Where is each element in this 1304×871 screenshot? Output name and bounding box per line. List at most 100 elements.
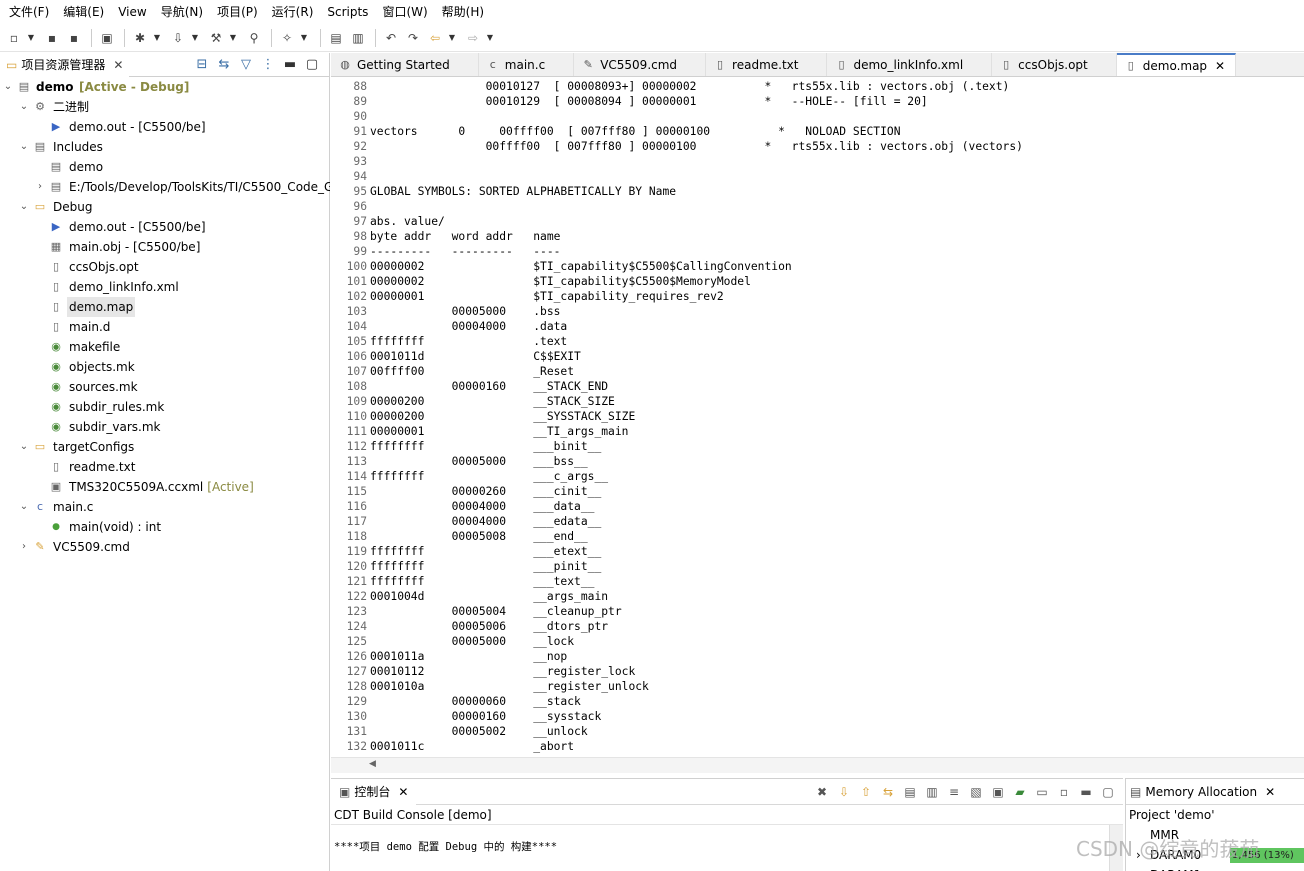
tree-item[interactable]: ▣ TMS320C5509A.ccxml [Active] [0, 477, 330, 497]
view-menu-icon[interactable]: ⋮ [257, 57, 279, 72]
tree-item[interactable]: ▦ main.obj - [C5500/be] [0, 237, 330, 257]
chevron-right-icon[interactable]: › [34, 177, 46, 197]
menu-item[interactable]: View [111, 0, 153, 24]
scroll-lock-icon[interactable]: ▤ [899, 785, 921, 799]
chevron-down-icon[interactable]: ⌄ [2, 77, 14, 97]
tree-item[interactable]: ⌄ ▭ targetConfigs [0, 437, 330, 457]
tree-item[interactable]: ⌄ c main.c [0, 497, 330, 517]
save-all-icon[interactable]: ▪ [64, 28, 84, 48]
open-type-icon[interactable]: ▤ [326, 28, 346, 48]
clear-console-icon[interactable]: ✖ [811, 785, 833, 799]
editor-tab[interactable]: ▯ readme.txt [706, 53, 828, 76]
link-icon[interactable]: ⇆ [877, 785, 899, 799]
console-output[interactable]: ****项目 demo 配置 Debug 中的 构建**** [331, 825, 1123, 854]
forward-arrow-icon[interactable]: ⇨ [463, 28, 483, 48]
editor-tab[interactable]: ▯ demo.map ✕ [1116, 53, 1237, 76]
chevron-right-icon[interactable]: › [18, 537, 30, 557]
tree-item[interactable]: ⌄ ▭ Debug [0, 197, 330, 217]
tree-item[interactable]: ▶ demo.out - [C5500/be] [0, 217, 330, 237]
flash-dropdown-icon[interactable]: ▼ [299, 28, 309, 48]
copy-icon[interactable]: ▧ [965, 785, 987, 799]
project-explorer-tab[interactable]: ▭ 项目资源管理器 ✕ [0, 52, 130, 77]
save-icon[interactable]: ▪ [42, 28, 62, 48]
editor-tab[interactable]: c main.c [479, 53, 575, 76]
close-icon[interactable]: ✕ [1265, 785, 1275, 799]
build-dropdown-icon[interactable]: ▼ [228, 28, 238, 48]
new-dropdown-icon[interactable]: ▼ [26, 28, 36, 48]
close-icon[interactable]: ✕ [113, 58, 123, 72]
tree-item[interactable]: ◉ subdir_rules.mk [0, 397, 330, 417]
tree-item[interactable]: ▯ demo_linkInfo.xml [0, 277, 330, 297]
editor-tab[interactable]: ▯ ccsObjs.opt [992, 53, 1117, 76]
chevron-right-icon[interactable]: › [1136, 845, 1141, 865]
horizontal-scrollbar[interactable]: ◀ [331, 757, 1304, 773]
monitor-icon[interactable]: ▭ [1031, 785, 1053, 799]
tree-item[interactable]: ⌄ ⚙ 二进制 [0, 97, 330, 117]
chevron-down-icon[interactable]: ⌄ [18, 97, 30, 117]
menu-item[interactable]: 编辑(E) [56, 0, 111, 24]
build-hammer-icon[interactable]: ⚒ [206, 28, 226, 48]
menu-item[interactable]: 文件(F) [2, 0, 56, 24]
new-icon[interactable]: ▫ [4, 28, 24, 48]
scroll-left-icon[interactable]: ◀ [369, 759, 376, 769]
maximize-icon[interactable]: ▢ [301, 57, 323, 72]
collapse-all-icon[interactable]: ⊟ [191, 57, 213, 72]
minimize-icon[interactable]: ▬ [1075, 785, 1097, 799]
filter-icon[interactable]: ▽ [235, 57, 257, 72]
editor-tab[interactable]: ◍ Getting Started [331, 53, 479, 76]
load-dropdown-icon[interactable]: ▼ [190, 28, 200, 48]
maximize-icon[interactable]: ▢ [1097, 785, 1119, 799]
chevron-down-icon[interactable]: ⌄ [18, 197, 30, 217]
close-icon[interactable]: ✕ [1215, 59, 1225, 73]
tree-item[interactable]: ▯ readme.txt [0, 457, 330, 477]
tree-item[interactable]: ▯ demo.map [0, 297, 330, 317]
tree-item[interactable]: ◉ subdir_vars.mk [0, 417, 330, 437]
open-console-icon[interactable]: ▰ [1009, 785, 1031, 799]
console-tab[interactable]: ▣ 控制台 ✕ [331, 778, 417, 805]
chevron-down-icon[interactable]: ⌄ [18, 497, 30, 517]
debug-icon[interactable]: ✱ [130, 28, 150, 48]
tree-item[interactable]: ▶ demo.out - [C5500/be] [0, 117, 330, 137]
back-dropdown-icon[interactable]: ▼ [447, 28, 457, 48]
memory-row[interactable]: › DARAM0 1,456 (13%) [1126, 845, 1304, 865]
tree-item[interactable]: ▯ main.d [0, 317, 330, 337]
next-annotation-icon[interactable]: ↷ [403, 28, 423, 48]
back-arrow-icon[interactable]: ⇦ [425, 28, 445, 48]
tree-item[interactable]: ● main(void) : int [0, 517, 330, 537]
memory-row[interactable]: DARAM1 [1126, 865, 1304, 871]
search-icon[interactable]: ⚲ [244, 28, 264, 48]
tree-item[interactable]: ▯ ccsObjs.opt [0, 257, 330, 277]
prev-error-icon[interactable]: ⇧ [855, 785, 877, 799]
tree-item-project-demo[interactable]: ⌄ ▤ demo [Active - Debug] [0, 77, 330, 97]
menu-item[interactable]: Scripts [320, 0, 375, 24]
menu-item[interactable]: 导航(N) [154, 0, 210, 24]
console-icon[interactable]: ▣ [97, 28, 117, 48]
outline-icon[interactable]: ▥ [348, 28, 368, 48]
chevron-down-icon[interactable]: ⌄ [18, 137, 30, 157]
display-console-icon[interactable]: ▣ [987, 785, 1009, 799]
new-console-icon[interactable]: ▫ [1053, 785, 1075, 799]
tree-item[interactable]: ◉ makefile [0, 337, 330, 357]
tree-item[interactable]: › ✎ VC5509.cmd [0, 537, 330, 557]
menu-item[interactable]: 运行(R) [265, 0, 321, 24]
minimize-icon[interactable]: ▬ [279, 57, 301, 72]
vertical-scrollbar[interactable] [1109, 825, 1123, 871]
editor-tab[interactable]: ✎ VC5509.cmd [574, 53, 707, 76]
tree-item[interactable]: ◉ sources.mk [0, 377, 330, 397]
menu-item[interactable]: 项目(P) [210, 0, 265, 24]
debug-dropdown-icon[interactable]: ▼ [152, 28, 162, 48]
flash-icon[interactable]: ✧ [277, 28, 297, 48]
tree-item[interactable]: ▤ demo [0, 157, 330, 177]
map-file-content[interactable]: 88 00010127 [ 00008093+] 00000002 * rts5… [331, 79, 1304, 759]
menu-item[interactable]: 窗口(W) [375, 0, 434, 24]
link-with-editor-icon[interactable]: ⇆ [213, 57, 235, 72]
forward-dropdown-icon[interactable]: ▼ [485, 28, 495, 48]
prev-annotation-icon[interactable]: ↶ [381, 28, 401, 48]
chevron-down-icon[interactable]: ⌄ [18, 437, 30, 457]
pin-console-icon[interactable]: ▥ [921, 785, 943, 799]
tree-item[interactable]: › ▤ E:/Tools/Develop/ToolsKits/TI/C5500_Co… [0, 177, 330, 197]
close-icon[interactable]: ✕ [398, 785, 408, 799]
editor-tab[interactable]: ▯ demo_linkInfo.xml [827, 53, 993, 76]
tree-item[interactable]: ◉ objects.mk [0, 357, 330, 377]
load-icon[interactable]: ⇩ [168, 28, 188, 48]
